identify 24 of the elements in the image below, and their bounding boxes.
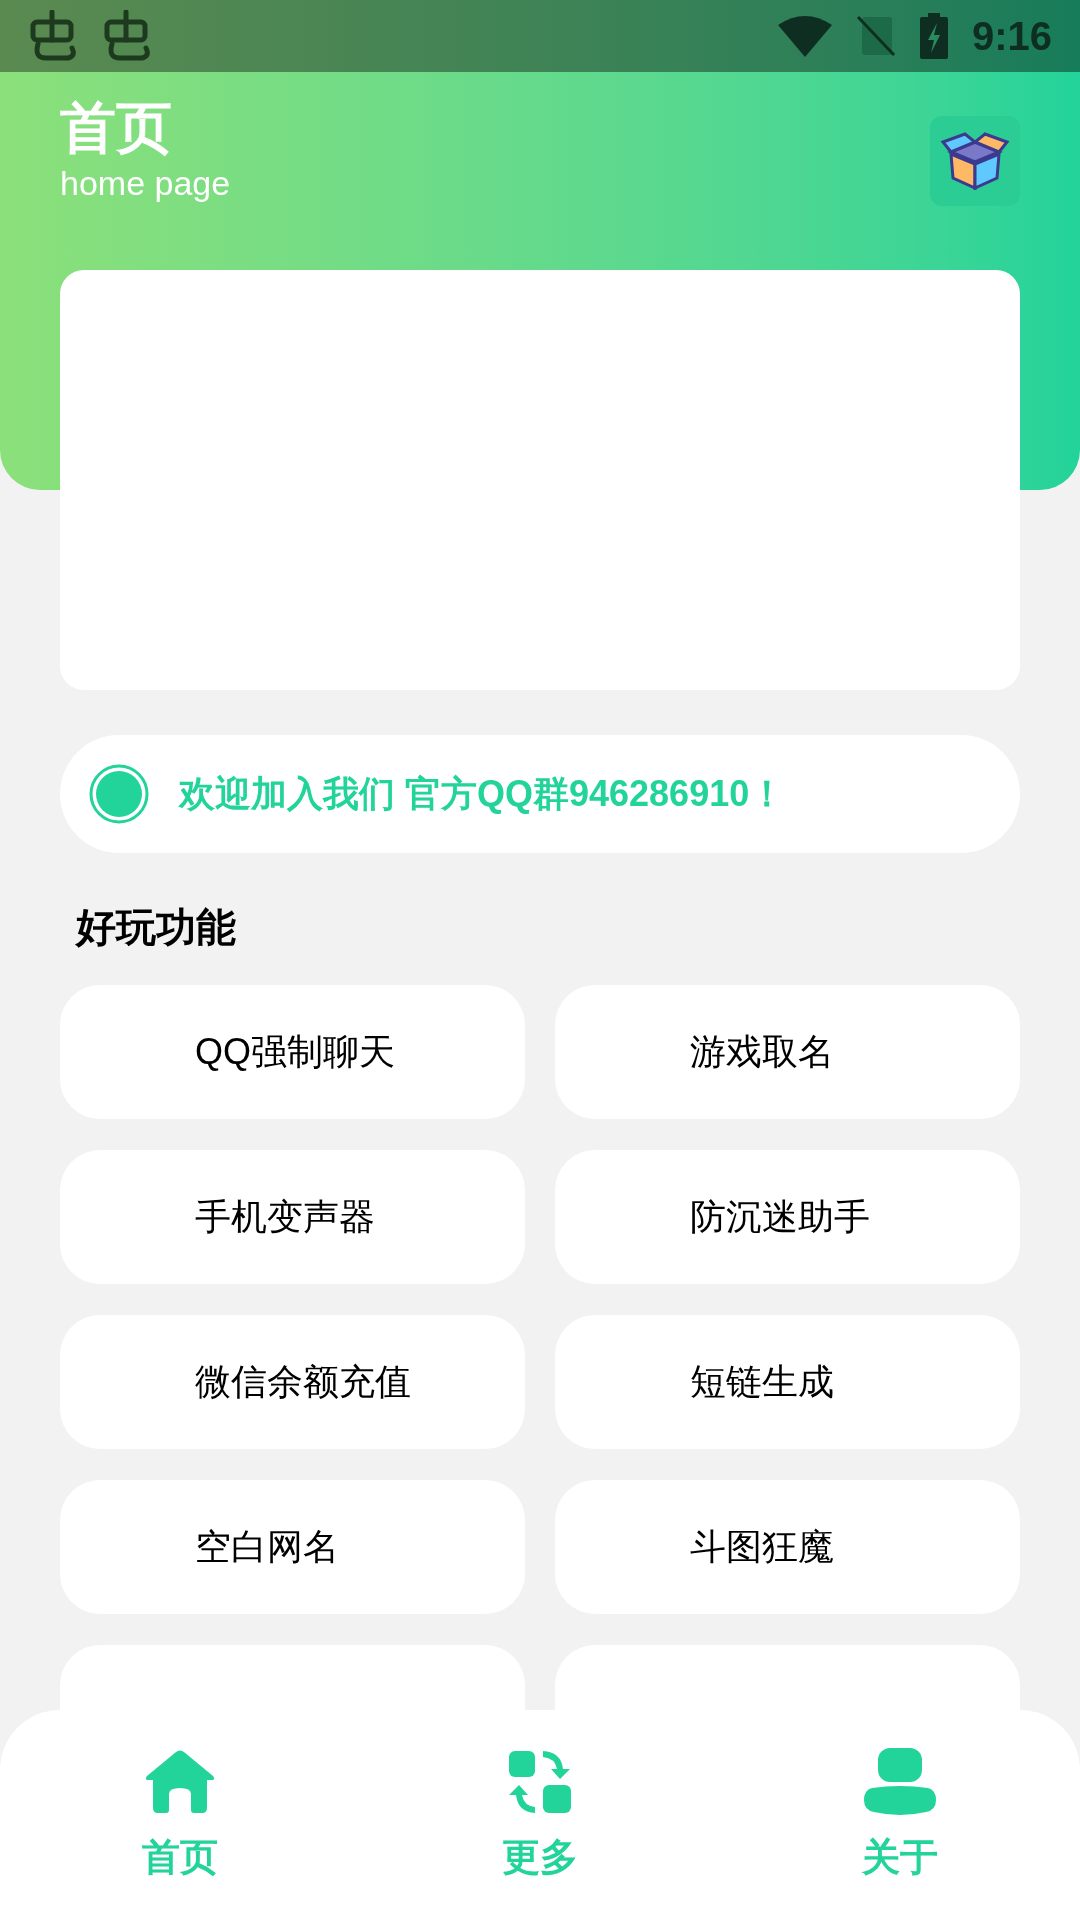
notice-text: 欢迎加入我们 官方QQ群946286910！ (179, 772, 786, 816)
feature-button[interactable]: 手机变声器 (60, 1150, 525, 1284)
battery-charging-icon (919, 13, 948, 59)
bug-icon (28, 10, 78, 62)
box-icon (939, 132, 1011, 190)
wifi-icon (777, 15, 832, 57)
feature-button[interactable]: 斗图狂魔 (555, 1480, 1020, 1614)
no-sim-icon (855, 15, 896, 57)
feature-button[interactable]: 空白网名 (60, 1480, 525, 1614)
feature-button[interactable]: 防沉迷助手 (555, 1150, 1020, 1284)
home-icon (143, 1750, 217, 1814)
feature-button[interactable]: 微信余额充值 (60, 1315, 525, 1449)
status-time: 9:16 (971, 13, 1052, 60)
dot-icon (89, 764, 149, 824)
feature-button[interactable]: 游戏取名 (555, 985, 1020, 1119)
feature-button[interactable]: 短链生成 (555, 1315, 1020, 1449)
person-icon (864, 1748, 936, 1816)
swap-icon (507, 1749, 573, 1815)
page-subtitle: home page (60, 163, 231, 204)
box-button[interactable] (930, 116, 1020, 206)
feature-button[interactable]: QQ强制聊天 (60, 985, 525, 1119)
page-title: 首页 (60, 96, 173, 160)
section-title: 好玩功能 (76, 904, 237, 951)
bug-icon (102, 10, 152, 62)
